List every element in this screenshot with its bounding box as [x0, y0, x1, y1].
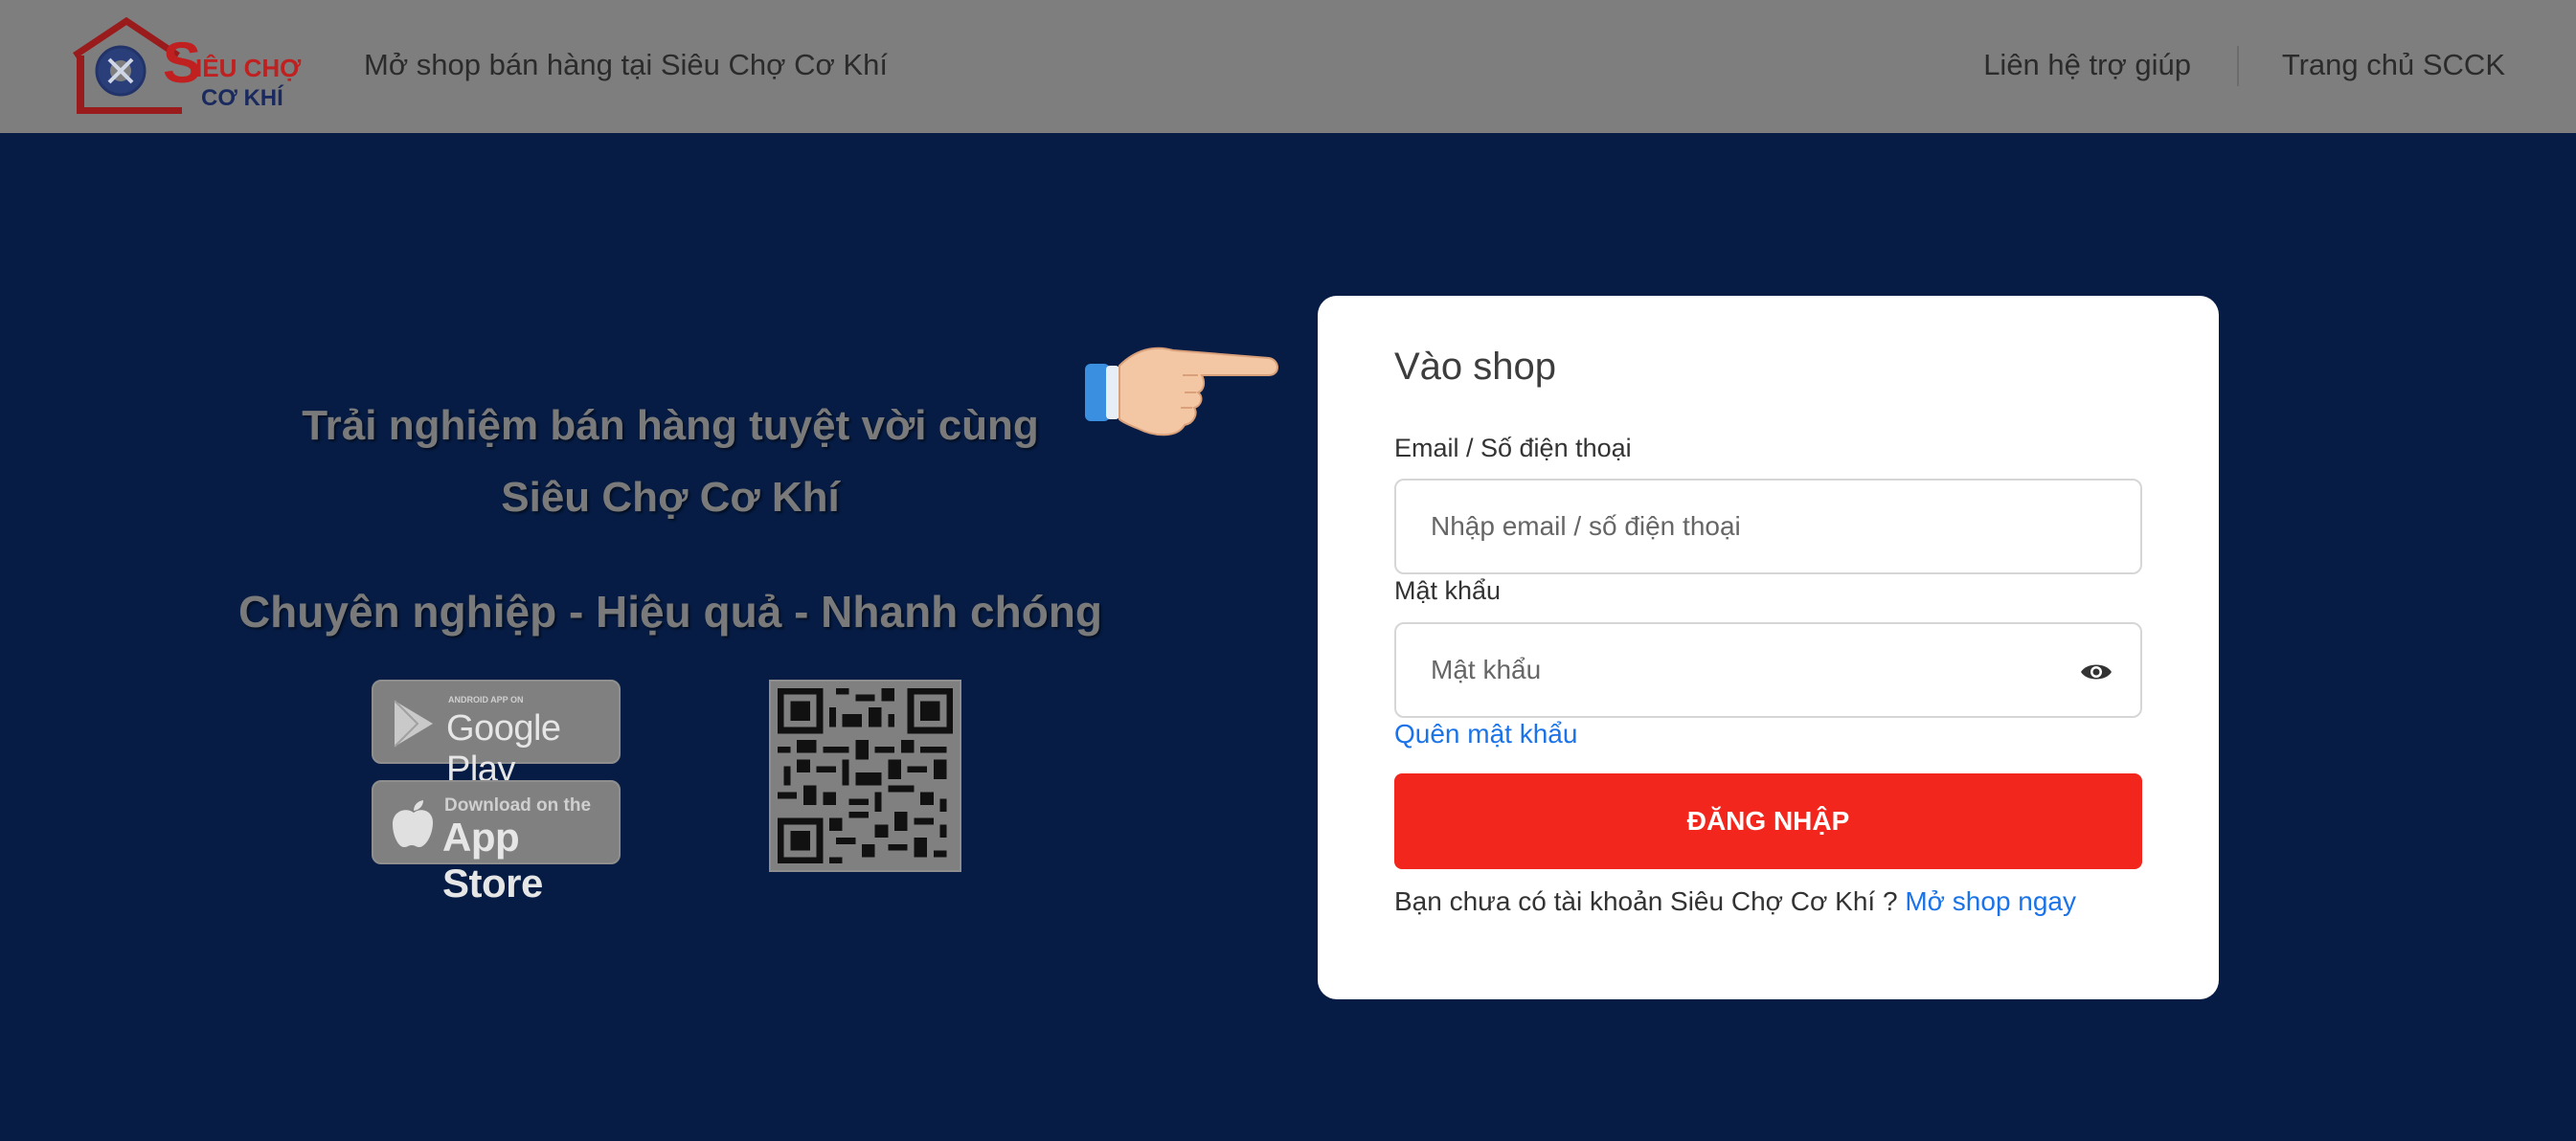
forgot-password-link[interactable]: Quên mật khẩu: [1394, 719, 1577, 749]
nav-help-link[interactable]: Liên hệ trợ giúp: [1983, 48, 2191, 82]
pointing-hand-icon: [1085, 347, 1278, 436]
apple-icon: [393, 800, 433, 847]
password-input[interactable]: [1431, 651, 2044, 689]
password-label: Mật khẩu: [1394, 576, 1502, 605]
site-logo[interactable]: S IÊU CHỢ CƠ KHÍ: [67, 17, 316, 117]
promo-headline-line2: Siêu Chợ Cơ Khí: [501, 474, 840, 521]
signup-prompt-line: Bạn chưa có tài khoản Siêu Chợ Cơ Khí ? …: [1394, 886, 2076, 917]
login-button[interactable]: ĐĂNG NHẬP: [1394, 773, 2142, 869]
google-play-badge[interactable]: ANDROID APP ON Google Play: [372, 680, 621, 790]
eye-icon[interactable]: [2079, 660, 2113, 683]
play-icon: [394, 700, 433, 748]
apple-badge-small-text: Download on the: [444, 795, 592, 816]
google-badge-big-text: Google Play: [446, 708, 561, 790]
email-input[interactable]: [1431, 507, 2044, 546]
svg-text:CƠ KHÍ: CƠ KHÍ: [201, 84, 284, 111]
header-tagline: Mở shop bán hàng tại Siêu Chợ Cơ Khí: [364, 48, 888, 81]
svg-text:IÊU CHỢ: IÊU CHỢ: [195, 54, 302, 82]
promo-headline-line1: Trải nghiệm bán hàng tuyệt vời cùng: [302, 402, 1039, 449]
nav-divider: [2237, 46, 2239, 86]
app-download-qr-code: [769, 680, 961, 872]
email-field-container: [1394, 479, 2142, 574]
email-label: Email / Số điện thoại: [1394, 434, 1632, 462]
google-badge-small-text: ANDROID APP ON: [448, 695, 524, 705]
login-title: Vào shop: [1394, 346, 1557, 388]
signup-link[interactable]: Mở shop ngay: [1905, 886, 2076, 916]
signup-prompt-text: Bạn chưa có tài khoản Siêu Chợ Cơ Khí ?: [1394, 886, 1898, 916]
top-header: S IÊU CHỢ CƠ KHÍ Mở shop bán hàng tại Si…: [0, 0, 2576, 133]
promo-slogan: Chuyên nghiệp - Hiệu quả - Nhanh chóng: [237, 587, 1103, 637]
app-store-badge[interactable]: Download on the App Store: [372, 780, 621, 906]
login-card: Vào shop Email / Số điện thoại Mật khẩu …: [1318, 296, 2219, 999]
apple-badge-big-text: App Store: [442, 815, 543, 906]
password-field-container: [1394, 622, 2142, 718]
nav-home-link[interactable]: Trang chủ SCCK: [2282, 48, 2505, 82]
